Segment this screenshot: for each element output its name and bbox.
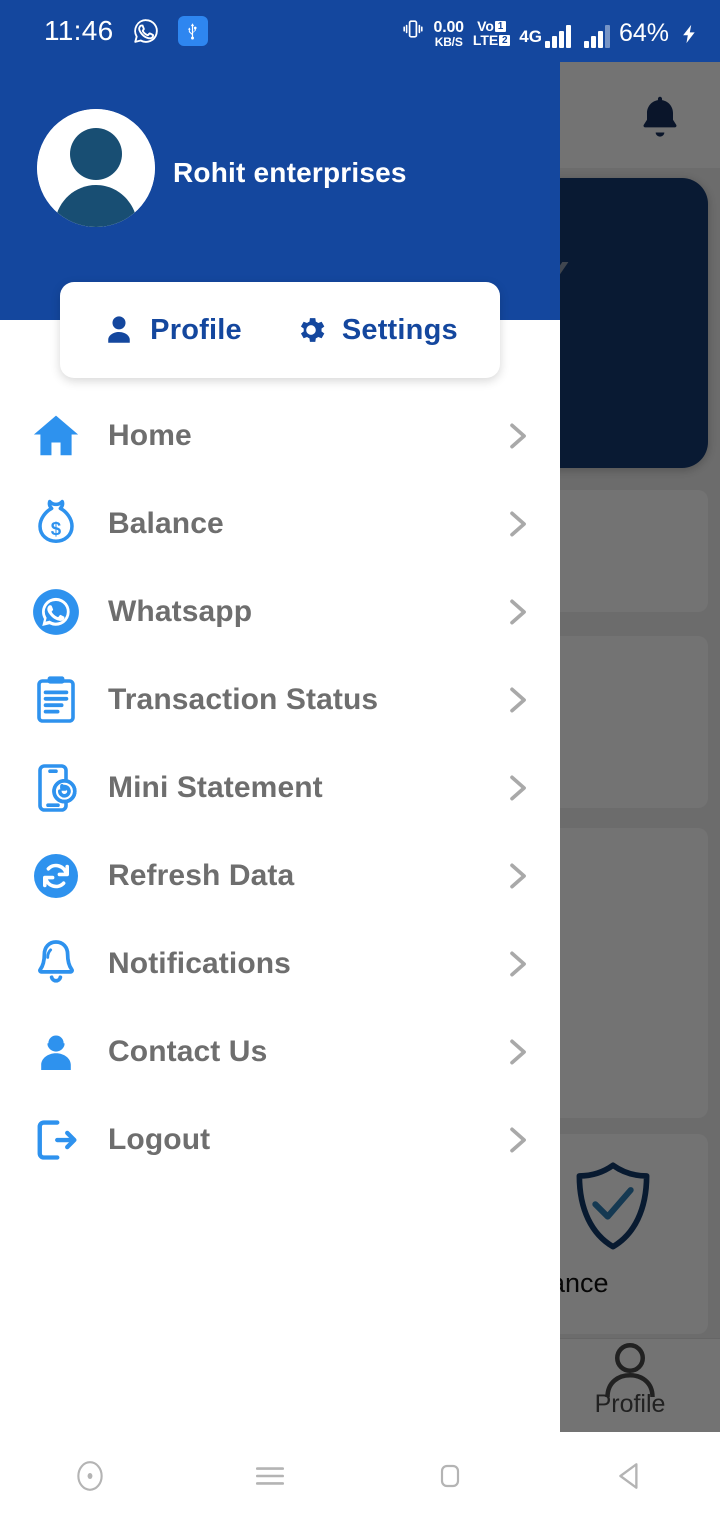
menu-item-label: Notifications bbox=[108, 947, 291, 980]
data-rate-value: 0.00 bbox=[433, 18, 465, 36]
menu-item-label: Mini Statement bbox=[108, 771, 323, 804]
mobile-statement-icon bbox=[28, 762, 84, 814]
data-rate-unit: KB/S bbox=[434, 34, 463, 49]
status-bar-right: 0.00 KB/S Vo 1 LTE 2 4G 64% bbox=[401, 15, 720, 48]
circle-dot-icon bbox=[73, 1458, 107, 1494]
menu-item-contact-us[interactable]: Contact Us bbox=[0, 1008, 560, 1096]
settings-button-label: Settings bbox=[341, 313, 458, 346]
app-screen: Insurance Profile Rohit enterprises bbox=[0, 0, 720, 1520]
menu-item-whatsapp[interactable]: Whatsapp bbox=[0, 568, 560, 656]
data-rate-indicator: 0.00 KB/S bbox=[433, 18, 465, 49]
menu-item-label: Transaction Status bbox=[108, 683, 379, 716]
vibrate-icon bbox=[401, 15, 425, 48]
signal-bars-icon bbox=[544, 24, 571, 48]
triangle-left-icon bbox=[613, 1458, 647, 1494]
chevron-right-icon bbox=[500, 416, 534, 456]
status-bar-left: 11:46 bbox=[0, 15, 208, 47]
chevron-right-icon bbox=[500, 768, 534, 808]
menu-item-label: Balance bbox=[108, 507, 224, 540]
home-button[interactable] bbox=[360, 1459, 540, 1493]
signal-sim1: 4G bbox=[519, 24, 571, 48]
menu-item-refresh-data[interactable]: Refresh Data bbox=[0, 832, 560, 920]
volte-indicator: Vo 1 LTE 2 bbox=[472, 17, 511, 49]
volte-lte-label: LTE bbox=[472, 32, 499, 49]
profile-button-label: Profile bbox=[150, 313, 242, 346]
menu-item-home[interactable]: Home bbox=[0, 392, 560, 480]
assistant-button[interactable] bbox=[0, 1458, 180, 1494]
navigation-drawer: Rohit enterprises Profile Settings Home … bbox=[0, 0, 560, 1432]
volte-sim-bottom: 2 bbox=[499, 34, 511, 46]
money-bag-icon: $ bbox=[28, 498, 84, 550]
menu-item-label: Whatsapp bbox=[108, 595, 253, 628]
status-bar-clock: 11:46 bbox=[44, 15, 114, 46]
network-type-label: 4G bbox=[519, 26, 542, 46]
account-name: Rohit enterprises bbox=[173, 157, 407, 188]
recents-button[interactable] bbox=[180, 1459, 360, 1493]
menu-item-label: Home bbox=[108, 419, 192, 452]
android-navigation-bar bbox=[0, 1432, 720, 1520]
menu-item-balance[interactable]: $ Balance bbox=[0, 480, 560, 568]
whatsapp-icon bbox=[28, 586, 84, 638]
menu-item-label: Logout bbox=[108, 1123, 211, 1156]
battery-percent: 64% bbox=[618, 18, 669, 47]
settings-button[interactable]: Settings bbox=[294, 313, 458, 347]
refresh-icon bbox=[28, 850, 84, 902]
headset-support-icon bbox=[28, 1026, 84, 1078]
whatsapp-icon bbox=[131, 16, 161, 46]
menu-item-label: Contact Us bbox=[108, 1035, 268, 1068]
signal-bars-sim2-icon bbox=[583, 24, 610, 48]
bell-icon bbox=[28, 938, 84, 990]
person-icon bbox=[102, 313, 136, 347]
menu-item-transaction-status[interactable]: Transaction Status bbox=[0, 656, 560, 744]
menu-item-notifications[interactable]: Notifications bbox=[0, 920, 560, 1008]
menu-item-label: Refresh Data bbox=[108, 859, 295, 892]
status-bar: 11:46 0.00 KB/S Vo 1 LTE 2 4G 64% bbox=[0, 0, 720, 62]
clipboard-list-icon bbox=[28, 674, 84, 726]
home-icon bbox=[28, 410, 84, 462]
chevron-right-icon bbox=[500, 856, 534, 896]
chevron-right-icon bbox=[500, 504, 534, 544]
chevron-right-icon bbox=[500, 680, 534, 720]
menu-item-mini-statement[interactable]: Mini Statement bbox=[0, 744, 560, 832]
avatar[interactable] bbox=[37, 109, 155, 227]
square-icon bbox=[434, 1459, 466, 1493]
drawer-menu-list: Home $ Balance Whatsapp Transaction Stat… bbox=[0, 392, 560, 1184]
chevron-right-icon bbox=[500, 592, 534, 632]
lightning-bolt-icon bbox=[678, 20, 700, 48]
volte-sim-top: 1 bbox=[494, 20, 506, 32]
menu-item-logout[interactable]: Logout bbox=[0, 1096, 560, 1184]
chevron-right-icon bbox=[500, 1120, 534, 1160]
usb-icon bbox=[177, 16, 208, 46]
svg-text:$: $ bbox=[51, 518, 62, 539]
chevron-right-icon bbox=[500, 1032, 534, 1072]
volte-vo-label: Vo bbox=[477, 17, 494, 34]
quick-actions-card: Profile Settings bbox=[60, 282, 500, 378]
profile-button[interactable]: Profile bbox=[102, 313, 242, 347]
gear-icon bbox=[294, 313, 328, 347]
logout-icon bbox=[28, 1114, 84, 1166]
back-button[interactable] bbox=[540, 1458, 720, 1494]
hamburger-icon bbox=[253, 1459, 287, 1493]
chevron-right-icon bbox=[500, 944, 534, 984]
